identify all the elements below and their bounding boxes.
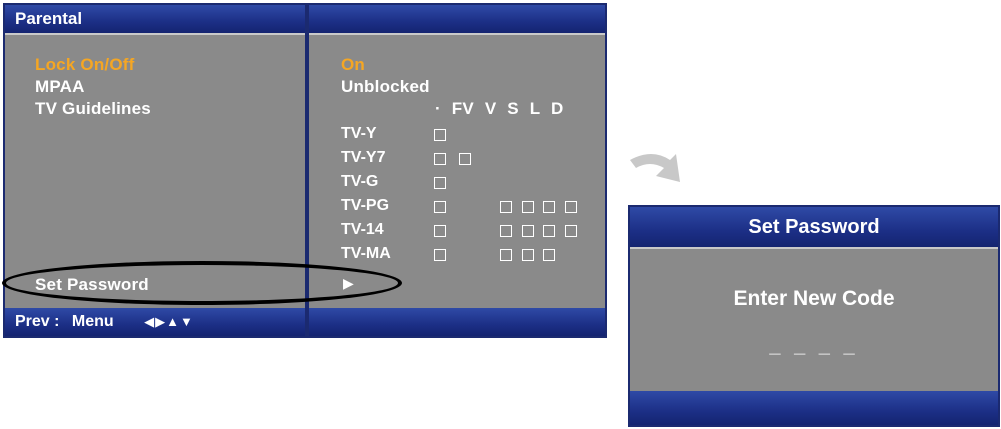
enter-code-prompt: Enter New Code bbox=[733, 287, 895, 310]
menu-item-tv-guidelines[interactable]: TV Guidelines bbox=[35, 99, 151, 119]
rating-tv-14-label: TV-14 bbox=[341, 221, 384, 238]
tv-g-all-checkbox[interactable] bbox=[434, 177, 446, 189]
parental-footer-bar-right bbox=[309, 308, 605, 336]
tv-ma-v-checkbox[interactable] bbox=[500, 249, 512, 261]
set-password-title: Set Password bbox=[748, 216, 880, 238]
tv-14-v-checkbox[interactable] bbox=[500, 225, 512, 237]
tv-ma-all-checkbox[interactable] bbox=[434, 249, 446, 261]
parental-footer-bar: Prev : Menu ◀▶▲▼ bbox=[5, 308, 305, 336]
menu-values-panel: On Unblocked · FV V S L D TV-Y TV-Y7 TV-… bbox=[309, 33, 605, 308]
parental-title-bar-right bbox=[309, 5, 605, 33]
tv-pg-l-checkbox[interactable] bbox=[543, 201, 555, 213]
rating-tv-y-label: TV-Y bbox=[341, 125, 377, 142]
tv-y7-fv-checkbox[interactable] bbox=[459, 153, 471, 165]
tv-14-l-checkbox[interactable] bbox=[543, 225, 555, 237]
tv-guidelines-columns-header: · FV V S L D bbox=[435, 99, 564, 118]
set-password-window: Set Password Enter New Code _ _ _ _ bbox=[628, 205, 1000, 427]
tv-y7-all-checkbox[interactable] bbox=[434, 153, 446, 165]
code-entry-field[interactable]: _ _ _ _ bbox=[630, 335, 998, 358]
tv-ma-l-checkbox[interactable] bbox=[543, 249, 555, 261]
menu-item-mpaa[interactable]: MPAA bbox=[35, 77, 85, 97]
tv-y-all-checkbox[interactable] bbox=[434, 129, 446, 141]
set-password-body: Enter New Code _ _ _ _ bbox=[630, 247, 998, 391]
rating-tv-ma-label: TV-MA bbox=[341, 245, 391, 262]
footer-menu-label: Menu bbox=[71, 313, 114, 330]
nav-arrows-icon: ◀▶▲▼ bbox=[144, 314, 194, 329]
tv-14-s-checkbox[interactable] bbox=[522, 225, 534, 237]
rating-tv-pg-label: TV-PG bbox=[341, 197, 390, 214]
lock-value[interactable]: On bbox=[341, 55, 365, 75]
parental-title: Parental bbox=[15, 9, 83, 28]
transition-arrow-icon bbox=[630, 154, 680, 182]
mpaa-value[interactable]: Unblocked bbox=[341, 77, 430, 97]
tv-pg-all-checkbox[interactable] bbox=[434, 201, 446, 213]
tv-pg-s-checkbox[interactable] bbox=[522, 201, 534, 213]
footer-prev-label: Prev : bbox=[15, 313, 60, 330]
tv-pg-d-checkbox[interactable] bbox=[565, 201, 577, 213]
menu-item-lock-on-off[interactable]: Lock On/Off bbox=[35, 55, 134, 75]
set-password-footer-bar bbox=[630, 391, 998, 425]
tv-pg-v-checkbox[interactable] bbox=[500, 201, 512, 213]
highlight-ellipse bbox=[2, 261, 402, 305]
parental-title-bar: Parental bbox=[5, 5, 305, 33]
rating-tv-y7-label: TV-Y7 bbox=[341, 149, 386, 166]
tv-14-d-checkbox[interactable] bbox=[565, 225, 577, 237]
set-password-title-bar: Set Password bbox=[630, 207, 998, 247]
tv-14-all-checkbox[interactable] bbox=[434, 225, 446, 237]
tv-ma-s-checkbox[interactable] bbox=[522, 249, 534, 261]
rating-tv-g-label: TV-G bbox=[341, 173, 379, 190]
